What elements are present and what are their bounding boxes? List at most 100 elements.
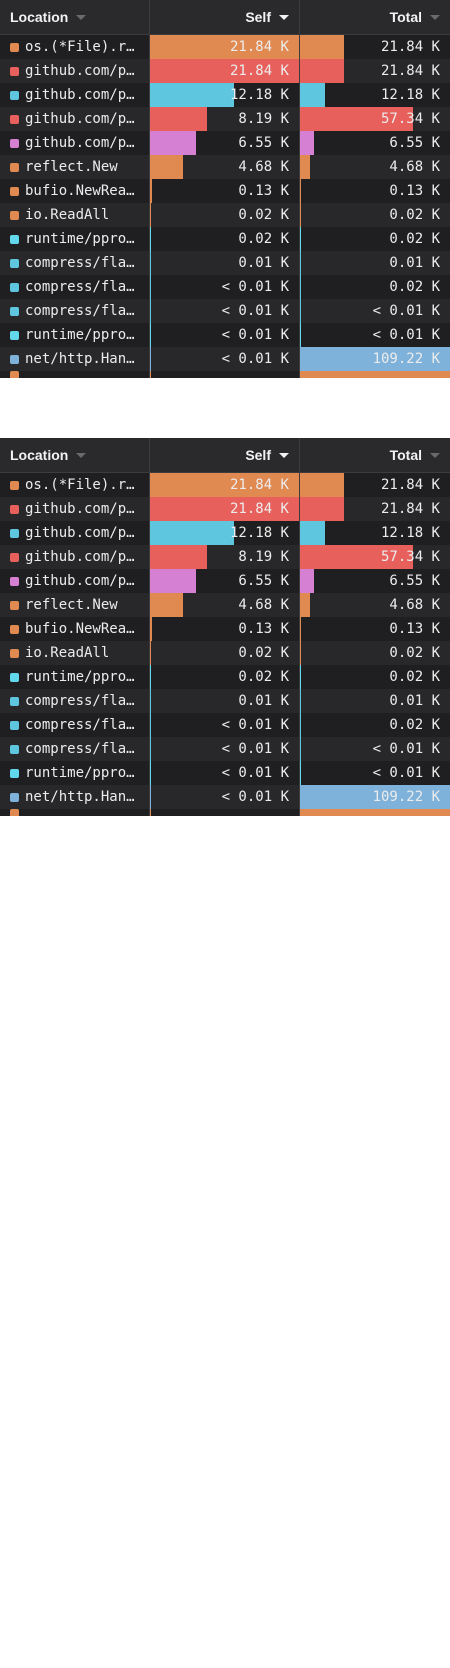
self-value: < 0.01 K xyxy=(221,765,289,781)
self-cell xyxy=(150,371,300,378)
table-row[interactable]: github.com/p… 8.19 K 57.34 K xyxy=(0,545,450,569)
location-label: compress/fla… xyxy=(25,279,135,295)
table-row[interactable]: compress/fla… 0.01 K 0.01 K xyxy=(0,251,450,275)
self-cell: 8.19 K xyxy=(150,107,300,131)
table-row[interactable]: net/http.Han… < 0.01 K 109.22 K xyxy=(0,347,450,371)
self-value: 21.84 K xyxy=(229,39,289,55)
self-cell: 21.84 K xyxy=(150,497,300,521)
location-label: compress/fla… xyxy=(25,255,135,271)
location-cell: bufio.NewRea… xyxy=(0,179,150,203)
self-bar xyxy=(150,545,207,569)
color-swatch xyxy=(10,138,19,148)
total-cell: 57.34 K xyxy=(300,545,450,569)
total-bar xyxy=(300,593,311,617)
table-row[interactable]: github.com/p… 21.84 K 21.84 K xyxy=(0,497,450,521)
color-swatch xyxy=(10,234,19,244)
total-value: 6.55 K xyxy=(389,573,440,589)
location-cell: runtime/ppro… xyxy=(0,323,150,347)
color-swatch xyxy=(10,600,19,610)
total-bar-tick xyxy=(300,107,301,131)
self-bar-tick xyxy=(150,641,151,665)
total-bar xyxy=(300,473,344,497)
self-cell: 0.02 K xyxy=(150,203,300,227)
self-value: 4.68 K xyxy=(238,597,289,613)
total-bar-tick xyxy=(300,83,301,107)
table-row[interactable]: compress/fla… < 0.01 K 0.02 K xyxy=(0,275,450,299)
column-header-total[interactable]: Total xyxy=(300,438,450,472)
location-label: bufio.NewRea… xyxy=(25,621,135,637)
column-header-self[interactable]: Self xyxy=(150,438,300,472)
table-row[interactable]: runtime/ppro… < 0.01 K < 0.01 K xyxy=(0,761,450,785)
table-row[interactable]: github.com/p… 21.84 K 21.84 K xyxy=(0,59,450,83)
table-row[interactable] xyxy=(0,809,450,816)
location-label: reflect.New xyxy=(25,597,118,613)
total-value: 109.22 K xyxy=(372,789,440,805)
sort-arrow-icon xyxy=(76,453,87,458)
column-header-location[interactable]: Location xyxy=(0,0,150,34)
table-row[interactable]: reflect.New 4.68 K 4.68 K xyxy=(0,155,450,179)
table-row[interactable]: compress/fla… < 0.01 K 0.02 K xyxy=(0,713,450,737)
table-row[interactable]: os.(*File).r… 21.84 K 21.84 K xyxy=(0,473,450,497)
table-row[interactable]: net/http.Han… < 0.01 K 109.22 K xyxy=(0,785,450,809)
table-row[interactable]: bufio.NewRea… 0.13 K 0.13 K xyxy=(0,617,450,641)
location-label: io.ReadAll xyxy=(25,645,110,661)
table-row[interactable]: github.com/p… 8.19 K 57.34 K xyxy=(0,107,450,131)
location-label: bufio.NewRea… xyxy=(25,183,135,199)
self-bar xyxy=(150,569,196,593)
table-row[interactable]: runtime/ppro… 0.02 K 0.02 K xyxy=(0,227,450,251)
table-row[interactable]: github.com/p… 6.55 K 6.55 K xyxy=(0,569,450,593)
total-bar-tick xyxy=(300,617,301,641)
location-cell: github.com/p… xyxy=(0,83,150,107)
location-cell xyxy=(0,371,150,378)
total-bar-tick xyxy=(300,569,301,593)
self-value: < 0.01 K xyxy=(221,351,289,367)
table-row[interactable]: github.com/p… 12.18 K 12.18 K xyxy=(0,521,450,545)
table-row[interactable] xyxy=(0,371,450,378)
table-row[interactable]: os.(*File).r… 21.84 K 21.84 K xyxy=(0,35,450,59)
total-cell xyxy=(300,809,450,816)
self-bar-tick xyxy=(150,323,151,347)
total-value: < 0.01 K xyxy=(372,327,440,343)
self-value: 8.19 K xyxy=(238,111,289,127)
self-bar-tick xyxy=(150,713,151,737)
color-swatch xyxy=(10,90,19,100)
column-header-location[interactable]: Location xyxy=(0,438,150,472)
color-swatch xyxy=(10,672,19,682)
color-swatch xyxy=(10,210,19,220)
self-bar-tick xyxy=(150,665,151,689)
table-row[interactable]: io.ReadAll 0.02 K 0.02 K xyxy=(0,641,450,665)
table-row[interactable]: runtime/ppro… 0.02 K 0.02 K xyxy=(0,665,450,689)
self-value: 6.55 K xyxy=(238,573,289,589)
self-cell: 0.02 K xyxy=(150,665,300,689)
self-cell: 0.13 K xyxy=(150,179,300,203)
total-cell: 4.68 K xyxy=(300,593,450,617)
table-row[interactable]: compress/fla… < 0.01 K < 0.01 K xyxy=(0,737,450,761)
table-row[interactable]: compress/fla… 0.01 K 0.01 K xyxy=(0,689,450,713)
location-cell: runtime/ppro… xyxy=(0,761,150,785)
table-row[interactable]: bufio.NewRea… 0.13 K 0.13 K xyxy=(0,179,450,203)
color-swatch xyxy=(10,720,19,730)
total-cell: 0.02 K xyxy=(300,713,450,737)
column-header-self[interactable]: Self xyxy=(150,0,300,34)
column-header-total[interactable]: Total xyxy=(300,0,450,34)
self-bar-tick xyxy=(150,809,151,816)
location-label: github.com/p… xyxy=(25,111,135,127)
self-cell: 6.55 K xyxy=(150,569,300,593)
table-row[interactable]: github.com/p… 6.55 K 6.55 K xyxy=(0,131,450,155)
profile-table: Location Self Total os.(*File).r… 21.84 K… xyxy=(0,438,450,816)
table-row[interactable]: compress/fla… < 0.01 K < 0.01 K xyxy=(0,299,450,323)
location-cell xyxy=(0,809,150,816)
total-value: 0.01 K xyxy=(389,255,440,271)
location-label: github.com/p… xyxy=(25,63,135,79)
self-value: 0.01 K xyxy=(238,255,289,271)
table-row[interactable]: io.ReadAll 0.02 K 0.02 K xyxy=(0,203,450,227)
self-cell: 0.01 K xyxy=(150,251,300,275)
location-label: github.com/p… xyxy=(25,549,135,565)
total-value: 0.13 K xyxy=(389,621,440,637)
location-cell: compress/fla… xyxy=(0,713,150,737)
location-label: runtime/ppro… xyxy=(25,231,135,247)
self-cell: < 0.01 K xyxy=(150,323,300,347)
table-row[interactable]: runtime/ppro… < 0.01 K < 0.01 K xyxy=(0,323,450,347)
table-row[interactable]: reflect.New 4.68 K 4.68 K xyxy=(0,593,450,617)
table-row[interactable]: github.com/p… 12.18 K 12.18 K xyxy=(0,83,450,107)
